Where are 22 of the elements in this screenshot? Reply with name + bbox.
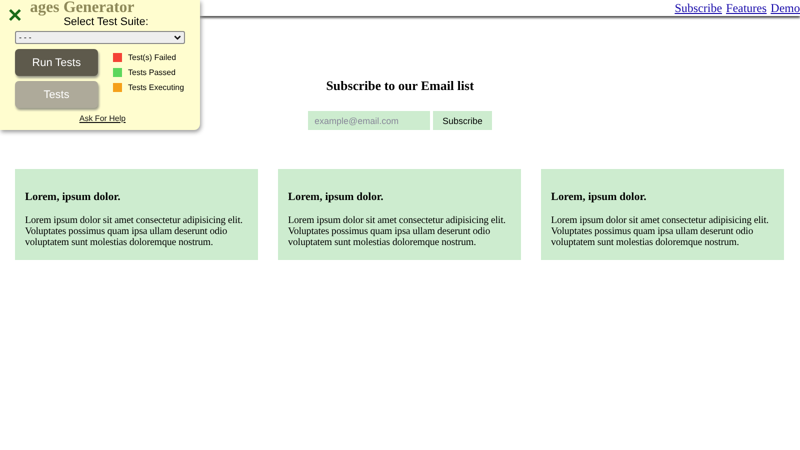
- card-title: Lorem, ipsum dolor.: [25, 191, 122, 203]
- test-button[interactable]: Run Tests: [15, 49, 98, 76]
- close-icon[interactable]: [8, 8, 22, 22]
- subscribe-button[interactable]: Subscribe: [433, 111, 492, 130]
- nav-link[interactable]: Demo: [770, 0, 800, 16]
- card-text: Lorem ipsum dolor sit amet consectetur adipisicing elit. Voluptates possimus quam ipsa ullam deserunt odio voluptatem sunt molestias doloremque nostrum.: [288, 215, 507, 248]
- nav-link[interactable]: Subscribe: [674, 0, 722, 16]
- card-title: Lorem, ipsum dolor.: [551, 191, 648, 203]
- legend-label: Test(s) Failed: [128, 53, 176, 62]
- suite-select[interactable]: - - -: [15, 31, 185, 44]
- legend-label: Tests Passed: [128, 68, 176, 77]
- select-label: Select Test Suite:: [62, 16, 150, 28]
- email-field[interactable]: example@email.com: [308, 111, 430, 130]
- card-title: Lorem, ipsum dolor.: [288, 191, 384, 203]
- nav-link[interactable]: Features: [726, 0, 767, 16]
- subscribe-heading: Subscribe to our Email list: [326, 78, 474, 94]
- legend-label: Tests Executing: [128, 83, 184, 92]
- card-text: Lorem ipsum dolor sit amet consectetur adipisicing elit. Voluptates possimus quam ipsa ullam deserunt odio voluptatem sunt molestias doloremque nostrum.: [551, 215, 770, 248]
- chevron-down-icon: [174, 35, 181, 40]
- help-link[interactable]: Ask For Help: [20, 114, 185, 123]
- site-title: ages Generator: [30, 0, 134, 16]
- card-text: Lorem ipsum dolor sit amet consectetur adipisicing elit. Voluptates possimus quam ipsa ullam deserunt odio voluptatem sunt molestias doloremque nostrum.: [25, 215, 244, 248]
